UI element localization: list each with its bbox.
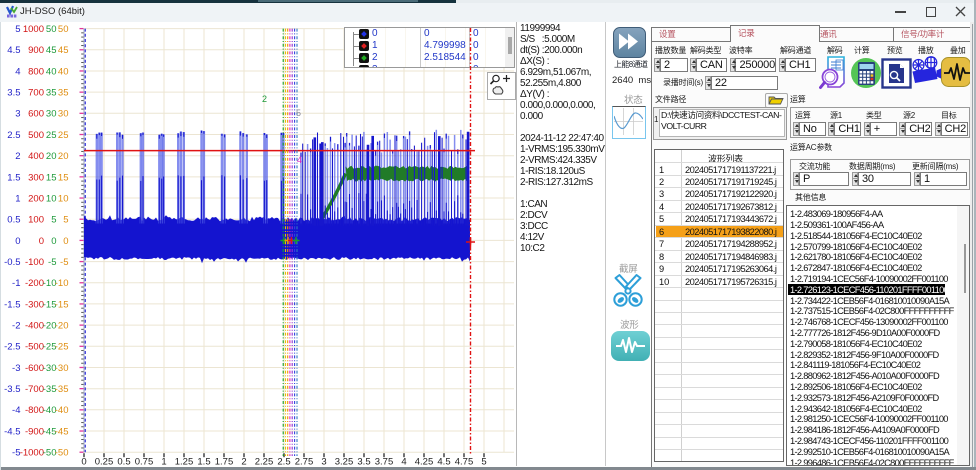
svg-text:-15: -15	[55, 299, 69, 310]
svg-text:0: 0	[39, 236, 44, 247]
svg-text:-200: -200	[25, 278, 44, 289]
svg-text:35: 35	[58, 88, 69, 99]
svg-text:40: 40	[58, 66, 69, 77]
svg-text:-1: -1	[12, 278, 20, 289]
svg-text:5: 5	[51, 215, 56, 226]
svg-text:-4.5: -4.5	[4, 426, 20, 437]
svg-text:35: 35	[46, 88, 57, 99]
svg-text:2.25: 2.25	[255, 457, 274, 468]
svg-text:-20: -20	[55, 321, 69, 332]
svg-text:20: 20	[58, 151, 69, 162]
svg-text:-4: -4	[12, 405, 20, 416]
svg-text:1.25: 1.25	[175, 457, 194, 468]
svg-text:3.25: 3.25	[335, 457, 354, 468]
svg-text:0: 0	[81, 457, 86, 468]
svg-text:-700: -700	[25, 384, 44, 395]
svg-text:-50: -50	[55, 448, 69, 459]
svg-text:-25: -25	[55, 342, 69, 353]
svg-text:3: 3	[321, 457, 326, 468]
svg-text:2: 2	[262, 94, 267, 104]
svg-text:200: 200	[28, 193, 44, 204]
svg-text:1: 1	[161, 457, 166, 468]
svg-text:4.5: 4.5	[7, 45, 20, 56]
svg-text:4: 4	[401, 457, 406, 468]
svg-text:3: 3	[15, 109, 20, 120]
svg-text:5: 5	[296, 108, 301, 118]
svg-text:-1000: -1000	[20, 448, 44, 459]
svg-text:10: 10	[46, 193, 57, 204]
svg-text:4.5: 4.5	[437, 457, 450, 468]
svg-text:-2.5: -2.5	[4, 342, 20, 353]
svg-text:-5: -5	[48, 257, 56, 268]
svg-text:500: 500	[28, 130, 44, 141]
svg-text:40: 40	[46, 66, 57, 77]
svg-text:4: 4	[15, 66, 20, 77]
svg-text:4.75: 4.75	[455, 457, 474, 468]
svg-text:1.5: 1.5	[197, 457, 210, 468]
svg-text:1: 1	[15, 193, 20, 204]
svg-text:-500: -500	[25, 342, 44, 353]
svg-text:25: 25	[58, 130, 69, 141]
svg-text:400: 400	[28, 151, 44, 162]
svg-text:4: 4	[297, 155, 302, 165]
svg-text:0: 0	[63, 236, 68, 247]
svg-text:50: 50	[46, 24, 57, 35]
svg-text:30: 30	[58, 109, 69, 120]
svg-text:-40: -40	[55, 405, 69, 416]
svg-text:5: 5	[63, 215, 68, 226]
svg-text:-300: -300	[25, 299, 44, 310]
svg-text:0: 0	[51, 236, 56, 247]
svg-text:50: 50	[58, 24, 69, 35]
svg-text:-400: -400	[25, 321, 44, 332]
svg-text:-2: -2	[12, 321, 20, 332]
svg-text:0.25: 0.25	[95, 457, 114, 468]
svg-text:15: 15	[58, 172, 69, 183]
svg-text:700: 700	[28, 88, 44, 99]
svg-text:2.5: 2.5	[7, 130, 20, 141]
svg-text:30: 30	[46, 109, 57, 120]
svg-text:-5: -5	[60, 257, 68, 268]
svg-text:-3.5: -3.5	[4, 384, 20, 395]
svg-text:-45: -45	[55, 426, 69, 437]
svg-text:3.5: 3.5	[357, 457, 370, 468]
svg-text:-35: -35	[55, 384, 69, 395]
svg-text:10: 10	[58, 193, 69, 204]
svg-text:300: 300	[28, 172, 44, 183]
svg-text:-0.5: -0.5	[4, 257, 20, 268]
svg-text:1.5: 1.5	[7, 172, 20, 183]
svg-text:0.5: 0.5	[7, 215, 20, 226]
svg-text:0: 0	[15, 236, 20, 247]
svg-text:-10: -10	[55, 278, 69, 289]
svg-text:0.75: 0.75	[135, 457, 154, 468]
svg-text:-100: -100	[25, 257, 44, 268]
svg-text:-3: -3	[12, 363, 20, 374]
svg-text:3.75: 3.75	[375, 457, 394, 468]
svg-text:-900: -900	[25, 426, 44, 437]
svg-text:2.75: 2.75	[295, 457, 314, 468]
svg-text:0.5: 0.5	[117, 457, 130, 468]
svg-text:20: 20	[46, 151, 57, 162]
svg-text:900: 900	[28, 45, 44, 56]
svg-text:25: 25	[46, 130, 57, 141]
svg-text:800: 800	[28, 66, 44, 77]
svg-text:-1.5: -1.5	[4, 299, 20, 310]
svg-text:1.75: 1.75	[215, 457, 234, 468]
svg-text:3.5: 3.5	[7, 88, 20, 99]
svg-text:45: 45	[58, 45, 69, 56]
svg-text:100: 100	[28, 215, 44, 226]
svg-text:5: 5	[15, 24, 20, 35]
svg-text:5: 5	[481, 457, 486, 468]
svg-text:1000: 1000	[23, 24, 44, 35]
svg-text:-800: -800	[25, 405, 44, 416]
svg-text:4.25: 4.25	[415, 457, 434, 468]
svg-text:15: 15	[46, 172, 57, 183]
svg-text:2: 2	[241, 457, 246, 468]
svg-text:-600: -600	[25, 363, 44, 374]
svg-text:2.5: 2.5	[277, 457, 290, 468]
svg-text:-30: -30	[55, 363, 69, 374]
svg-text:600: 600	[28, 109, 44, 120]
svg-text:45: 45	[46, 45, 57, 56]
svg-text:2: 2	[15, 151, 20, 162]
